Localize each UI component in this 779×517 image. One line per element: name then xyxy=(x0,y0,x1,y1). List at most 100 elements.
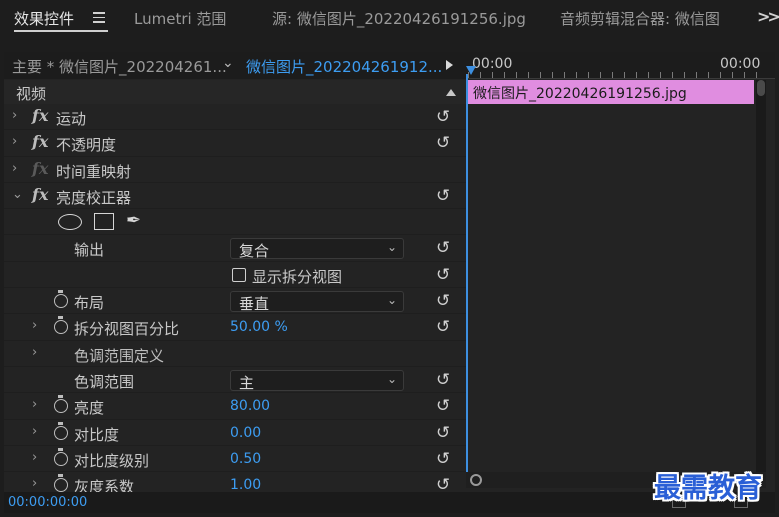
param-label: 布局 xyxy=(74,294,105,313)
layout-select[interactable]: 垂直 ⌄ xyxy=(230,291,404,314)
gamma-value[interactable]: 1.00 xyxy=(230,477,261,493)
chevron-right-icon[interactable]: › xyxy=(32,424,37,439)
ruler-end-time: 00:00 xyxy=(720,56,761,72)
reset-icon[interactable]: ↺ xyxy=(436,396,450,416)
select-value: 垂直 xyxy=(239,295,270,314)
tab-effect-controls[interactable]: 效果控件 xyxy=(14,8,74,29)
chevron-right-icon[interactable]: › xyxy=(32,450,37,465)
reset-icon[interactable]: ↺ xyxy=(436,107,450,127)
zoom-handle-icon[interactable] xyxy=(470,474,482,486)
stopwatch-icon[interactable] xyxy=(54,290,68,309)
pen-mask-icon[interactable]: ✒ xyxy=(126,210,141,231)
time-ruler[interactable]: 00:00 00:00 xyxy=(466,52,775,79)
checkbox-label: 显示拆分视图 xyxy=(252,267,343,286)
reset-icon[interactable]: ↺ xyxy=(436,186,450,206)
more-tabs-icon[interactable]: >> xyxy=(757,7,779,26)
reset-icon[interactable]: ↺ xyxy=(436,370,450,390)
timeline-clip[interactable]: 微信图片_20220426191256.jpg xyxy=(468,80,754,104)
param-label: 亮度 xyxy=(74,399,105,418)
current-timecode[interactable]: 00:00:00:00 xyxy=(8,495,87,510)
stopwatch-icon[interactable] xyxy=(54,395,68,414)
panel-menu-icon[interactable] xyxy=(93,12,105,23)
chevron-down-icon: ⌄ xyxy=(386,371,397,386)
effect-row-luma-corrector[interactable]: ⌄ fx 亮度校正器 ↺ xyxy=(4,183,466,210)
scroll-thumb[interactable] xyxy=(757,80,765,96)
stopwatch-icon[interactable] xyxy=(54,447,68,466)
param-row-contrast: › 对比度 0.00 ↺ xyxy=(4,420,466,446)
chevron-down-icon: ⌄ xyxy=(386,293,397,308)
stopwatch-icon[interactable] xyxy=(54,474,68,493)
param-row-split-view: 显示拆分视图 ↺ xyxy=(4,262,466,289)
fx-icon[interactable]: fx xyxy=(32,106,48,125)
param-row-layout: 布局 垂直 ⌄ ↺ xyxy=(4,288,466,315)
param-label: 对比度 xyxy=(74,425,120,444)
output-select[interactable]: 复合 ⌄ xyxy=(230,238,404,261)
chevron-right-icon[interactable]: › xyxy=(32,345,37,360)
rectangle-mask-icon[interactable] xyxy=(94,213,114,231)
fx-icon[interactable]: fx xyxy=(32,185,48,204)
vertical-scrollbar[interactable] xyxy=(756,80,766,480)
sequence-bar: 主要 * 微信图片_202204261... ⌄ 微信图片_2022042619… xyxy=(4,52,466,79)
timeline-area: 00:00 00:00 微信图片_20220426191256.jpg xyxy=(466,52,775,513)
ellipse-mask-icon[interactable] xyxy=(58,214,82,231)
chevron-right-icon[interactable]: › xyxy=(12,108,17,123)
reset-icon[interactable]: ↺ xyxy=(436,265,450,285)
select-value: 主 xyxy=(239,373,255,392)
effect-row-time-remap[interactable]: › fx 时间重映射 xyxy=(4,157,466,183)
param-label: 色调范围 xyxy=(74,372,135,391)
chevron-down-icon[interactable]: ⌄ xyxy=(12,187,23,202)
panel-tab-bar: 效果控件 Lumetri 范围 源: 微信图片_20220426191256.j… xyxy=(0,0,779,36)
active-tab-indicator xyxy=(14,30,108,32)
reset-icon[interactable]: ↺ xyxy=(436,449,450,469)
tab-lumetri-scopes[interactable]: Lumetri 范围 xyxy=(134,8,226,29)
ruler-start-time: 00:00 xyxy=(472,56,513,72)
tab-audio-clip-mixer[interactable]: 音频剪辑混合器: 微信图 xyxy=(560,8,752,29)
param-label: 对比度级别 xyxy=(74,451,150,470)
video-section-header[interactable]: 视频 xyxy=(4,80,466,104)
reset-icon[interactable]: ↺ xyxy=(436,238,450,258)
fx-icon: fx xyxy=(32,158,49,178)
chevron-right-icon[interactable]: › xyxy=(32,318,37,333)
stopwatch-icon[interactable] xyxy=(54,316,68,335)
tab-source-monitor[interactable]: 源: 微信图片_20220426191256.jpg xyxy=(272,8,526,29)
video-section-label: 视频 xyxy=(16,85,47,103)
brightness-value[interactable]: 80.00 xyxy=(230,398,270,414)
chevron-right-icon[interactable]: › xyxy=(12,161,17,176)
stopwatch-icon[interactable] xyxy=(54,421,68,440)
fx-icon[interactable]: fx xyxy=(32,132,48,151)
collapse-up-icon[interactable] xyxy=(446,89,456,96)
master-clip-label[interactable]: 主要 * 微信图片_202204261... xyxy=(12,56,227,77)
play-icon[interactable] xyxy=(446,60,453,70)
effect-label: 时间重映射 xyxy=(56,162,132,181)
playhead-line xyxy=(466,74,468,474)
effect-label: 运动 xyxy=(56,110,87,128)
chevron-right-icon[interactable]: › xyxy=(32,476,37,491)
param-row-brightness: › 亮度 80.00 ↺ xyxy=(4,393,466,420)
chevron-right-icon[interactable]: › xyxy=(32,397,37,412)
contrast-level-value[interactable]: 0.50 xyxy=(230,451,261,467)
reset-icon[interactable]: ↺ xyxy=(436,317,450,337)
reset-icon[interactable]: ↺ xyxy=(436,291,450,311)
contrast-value[interactable]: 0.00 xyxy=(230,425,261,441)
param-row-tonal-range: 色调范围 主 ⌄ ↺ xyxy=(4,367,466,394)
param-label: 色调范围定义 xyxy=(74,346,165,365)
select-value: 复合 xyxy=(239,242,270,261)
chevron-down-icon[interactable]: ⌄ xyxy=(222,55,234,71)
effect-label: 亮度校正器 xyxy=(56,188,132,207)
split-percent-value[interactable]: 50.00 % xyxy=(230,319,288,335)
param-row-output: 输出 复合 ⌄ ↺ xyxy=(4,235,466,262)
split-view-checkbox[interactable] xyxy=(232,267,246,282)
tonal-range-select[interactable]: 主 ⌄ xyxy=(230,369,404,392)
sequence-clip-label[interactable]: 微信图片_202204261912... xyxy=(246,56,442,77)
clip-name: 微信图片_20220426191256.jpg xyxy=(473,86,687,102)
effect-row-opacity[interactable]: › fx 不透明度 ↺ xyxy=(4,130,466,157)
chevron-right-icon[interactable]: › xyxy=(12,134,17,149)
reset-icon[interactable]: ↺ xyxy=(436,423,450,443)
watermark-logo: 最需教育 xyxy=(654,473,762,504)
playhead-icon[interactable] xyxy=(466,66,476,75)
reset-icon[interactable]: ↺ xyxy=(436,133,450,153)
ruler-ticks xyxy=(468,72,768,78)
param-label: 拆分视图百分比 xyxy=(74,320,180,339)
effect-row-motion[interactable]: › fx 运动 ↺ xyxy=(4,104,466,131)
param-label: 输出 xyxy=(74,241,105,260)
